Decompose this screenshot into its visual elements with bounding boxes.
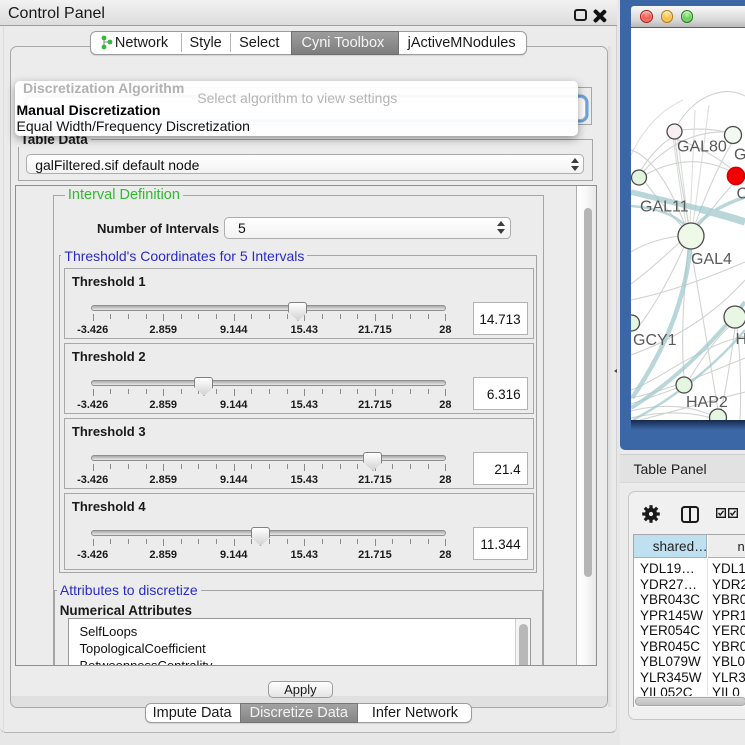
svg-text:GAL80: GAL80 [677, 139, 727, 156]
svg-text:GA: GA [734, 147, 745, 164]
svg-text:C: C [737, 186, 745, 203]
svg-text:GAL11: GAL11 [640, 199, 689, 216]
svg-text:HAP2: HAP2 [686, 394, 728, 411]
svg-text:GCY1: GCY1 [633, 332, 677, 349]
svg-text:H: H [736, 331, 745, 348]
svg-text:GAL4: GAL4 [691, 251, 732, 268]
